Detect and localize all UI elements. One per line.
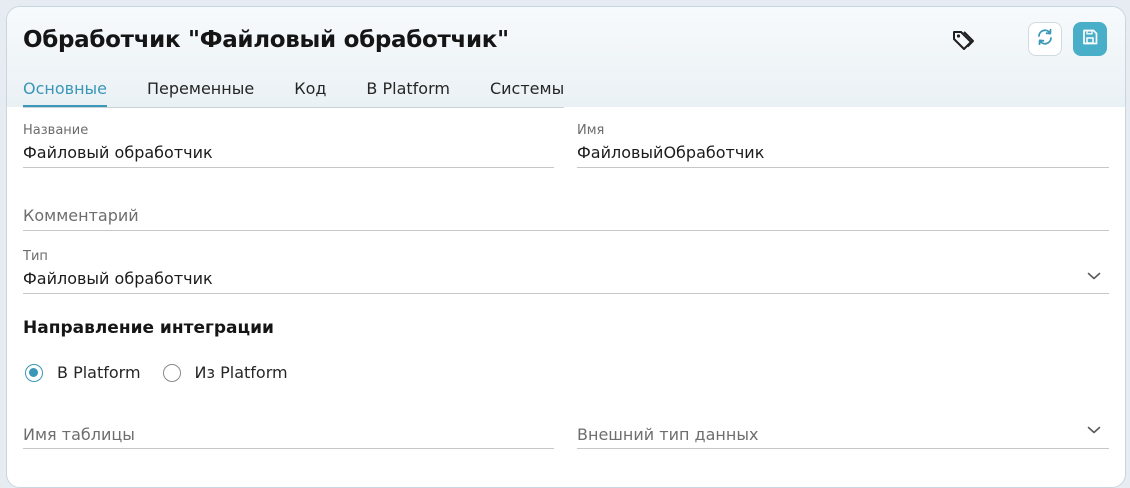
tag-icon[interactable] [949,25,979,55]
tab-systems[interactable]: Системы [490,79,564,107]
name-value: Файловый обработчик [23,143,213,162]
radio-unchecked-indicator[interactable] [162,363,181,382]
table-name-placeholder: Имя таблицы [23,425,135,444]
direction-radio-group: В Platform Из Platform [25,363,310,382]
tab-to-platform[interactable]: В Platform [366,79,450,107]
tab-code[interactable]: Код [294,79,326,107]
external-type-select[interactable]: Внешний тип данных [577,415,1109,449]
comment-field[interactable]: Комментарий [23,197,1109,231]
type-label: Тип [23,249,48,264]
identifier-field[interactable]: Имя ФайловыйОбработчик [577,121,1109,168]
tab-main[interactable]: Основные [23,79,108,107]
comment-placeholder: Комментарий [23,206,139,225]
type-select[interactable]: Тип Файловый обработчик [23,247,1109,294]
card-header: Обработчик "Файловый обработчик" Основны… [7,7,1125,108]
name-field[interactable]: Название Файловый обработчик [23,121,554,168]
chevron-down-icon[interactable] [1087,420,1101,434]
table-name-field[interactable]: Имя таблицы [23,415,554,449]
page-title: Обработчик "Файловый обработчик" [23,27,509,53]
chevron-down-icon[interactable] [1087,266,1101,280]
tab-bar: Основные Переменные Код В Platform Систе… [23,79,565,108]
radio-label: В Platform [57,363,141,382]
identifier-value: ФайловыйОбработчик [577,143,765,162]
tab-variables[interactable]: Переменные [147,79,254,107]
radio-label: Из Platform [194,363,288,382]
radio-checked-indicator[interactable] [25,363,43,382]
radio-to-platform[interactable]: В Platform [25,363,141,382]
radio-from-platform[interactable]: Из Platform [162,363,288,382]
handler-card: Обработчик "Файловый обработчик" Основны… [6,6,1126,488]
save-icon [1081,28,1099,50]
name-label: Название [23,123,89,138]
external-type-placeholder: Внешний тип данных [577,425,759,444]
refresh-icon [1035,27,1055,51]
refresh-button[interactable] [1028,22,1062,56]
save-button[interactable] [1073,22,1107,56]
type-value: Файловый обработчик [23,269,213,288]
section-title-direction: Направление интеграции [23,318,274,338]
identifier-label: Имя [577,123,605,138]
